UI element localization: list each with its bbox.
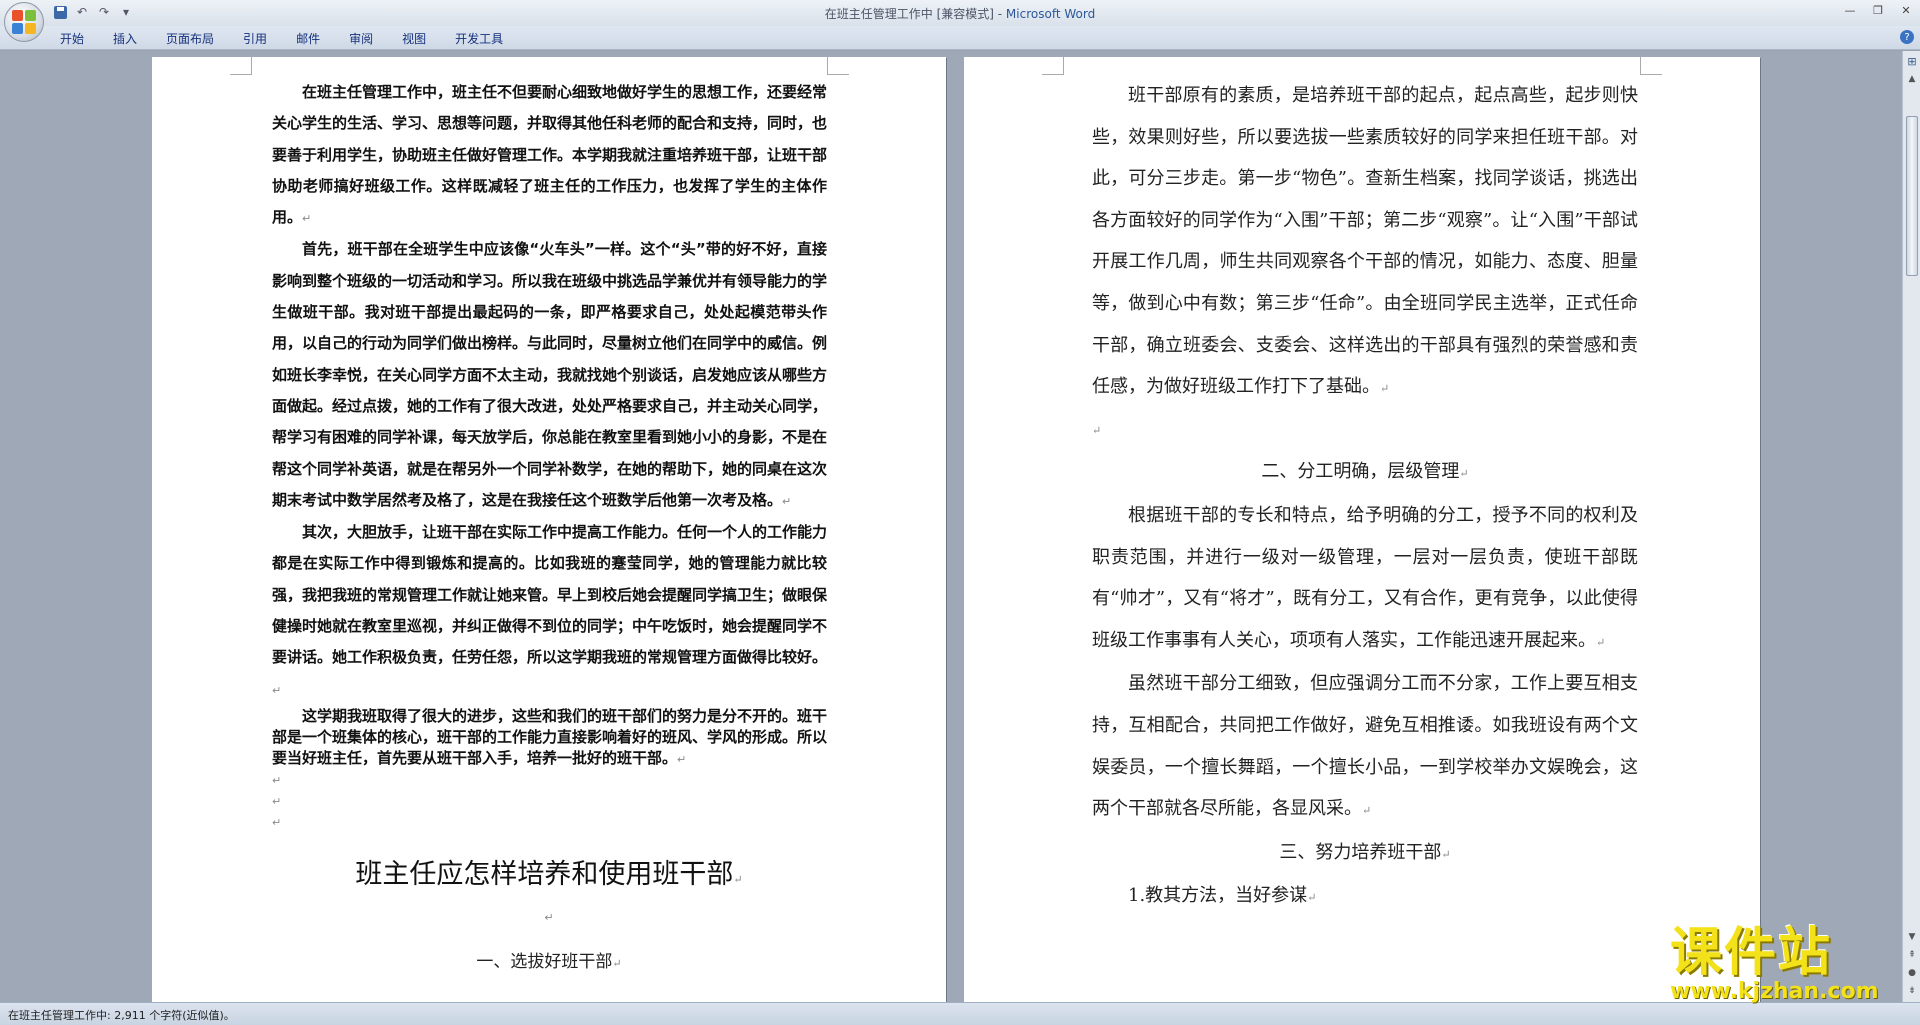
paragraph-mark: ↵ xyxy=(1307,891,1317,905)
paragraph: 这学期我班取得了很大的进步，这些和我们的班干部们的努力是分不开的。班干部是一个班… xyxy=(272,706,828,767)
empty-paragraph-mark: ↵ xyxy=(1092,423,1102,437)
document-page-1[interactable]: 在班主任管理工作中，班主任不但要耐心细致地做好学生的思想工作，还要经常关心学生的… xyxy=(152,57,946,1002)
paragraph-mark: ↵ xyxy=(302,212,312,226)
paragraph: 首先，班干部在全班学生中应该像“火车头”一样。这个“头”带的好不好，直接影响到整… xyxy=(272,240,828,509)
select-browse-object-icon[interactable]: ● xyxy=(1904,965,1920,981)
scroll-up-icon[interactable]: ▲ xyxy=(1904,71,1920,87)
section-heading-2: 二、分工明确，层级管理 xyxy=(1261,461,1460,483)
office-button[interactable] xyxy=(4,2,44,42)
scroll-thumb[interactable] xyxy=(1906,116,1918,276)
close-button[interactable]: ✕ xyxy=(1892,0,1920,20)
tab-view[interactable]: 视图 xyxy=(402,30,426,47)
paragraph-mark: ↵ xyxy=(1380,382,1390,396)
paragraph-mark: ↵ xyxy=(612,957,622,970)
crop-mark xyxy=(230,57,252,75)
paragraph-mark: ↵ xyxy=(733,873,743,886)
paragraph-mark: ↵ xyxy=(1459,467,1469,481)
page1-body[interactable]: 在班主任管理工作中，班主任不但要耐心细致地做好学生的思想工作，还要经常关心学生的… xyxy=(272,77,827,833)
window-controls: — ❐ ✕ xyxy=(1836,0,1920,20)
document-area: 在班主任管理工作中，班主任不但要耐心细致地做好学生的思想工作，还要经常关心学生的… xyxy=(0,51,1902,1002)
scroll-down-icon[interactable]: ▼ xyxy=(1904,929,1920,945)
paragraph-mark: ↵ xyxy=(272,683,282,697)
list-item: 1.教其方法，当好参谋 xyxy=(1128,885,1308,907)
tab-references[interactable]: 引用 xyxy=(243,30,267,47)
watermark-logo-text: 课件站 xyxy=(1670,923,1833,983)
section-heading-text: 一、选拔好班干部 xyxy=(476,952,613,972)
document-title: 班主任应怎样培养和使用班干部↵ xyxy=(152,852,946,891)
next-page-icon[interactable]: ⇟ xyxy=(1904,983,1920,999)
restore-button[interactable]: ❐ xyxy=(1864,0,1892,20)
office-logo-icon xyxy=(12,10,36,34)
empty-paragraph-mark: ↵ xyxy=(272,773,282,787)
empty-paragraph-mark: ↵ xyxy=(272,794,282,808)
section-heading-3: 三、努力培养班干部 xyxy=(1279,841,1442,863)
paragraph: 在班主任管理工作中，班主任不但要耐心细致地做好学生的思想工作，还要经常关心学生的… xyxy=(272,83,828,227)
app-name: Microsoft Word xyxy=(1005,7,1096,21)
tab-developer[interactable]: 开发工具 xyxy=(455,30,503,47)
document-name: 在班主任管理工作中 [兼容模式] - xyxy=(824,7,1006,21)
paragraph-mark: ↵ xyxy=(1596,635,1606,649)
paragraph-mark: ↵ xyxy=(782,494,792,508)
tab-insert[interactable]: 插入 xyxy=(113,30,137,47)
tab-page-layout[interactable]: 页面布局 xyxy=(166,30,214,47)
paragraph-mark: ↵ xyxy=(677,752,687,766)
watermark: 课件站 www.kjzhan.com xyxy=(1670,923,1900,1004)
watermark-url: www.kjzhan.com xyxy=(1670,979,1879,1004)
paragraph-mark: ↵ xyxy=(1441,847,1451,861)
vertical-scrollbar[interactable]: ⊞ ▲ ▼ ⇞ ● ⇟ xyxy=(1902,51,1920,1002)
minimize-button[interactable]: — xyxy=(1836,0,1864,20)
paragraph-mark: ↵ xyxy=(1362,804,1372,818)
crop-mark xyxy=(1042,57,1064,75)
status-text: 在班主任管理工作中: 2,911 个字符(近似值)。 xyxy=(8,1009,235,1022)
ruler-toggle-icon[interactable]: ⊞ xyxy=(1904,53,1920,69)
window-title: 在班主任管理工作中 [兼容模式] - Microsoft Word xyxy=(0,5,1920,22)
paragraph: 其次，大胆放手，让班干部在实际工作中提高工作能力。任何一个人的工作能力都是在实际… xyxy=(272,523,828,667)
empty-paragraph-mark: ↵ xyxy=(272,815,282,829)
crop-mark xyxy=(1640,57,1662,75)
tab-review[interactable]: 审阅 xyxy=(349,30,373,47)
tab-home[interactable]: 开始 xyxy=(60,30,84,47)
previous-page-icon[interactable]: ⇞ xyxy=(1904,947,1920,963)
empty-paragraph-mark: ↵ xyxy=(544,911,554,924)
section-heading-1: 一、选拔好班干部↵ xyxy=(152,947,946,972)
paragraph: 班干部原有的素质，是培养班干部的起点，起点高些，起步则快些，效果则好些，所以要选… xyxy=(1092,85,1638,398)
document-title-text: 班主任应怎样培养和使用班干部 xyxy=(355,859,734,890)
help-icon[interactable]: ? xyxy=(1900,30,1914,44)
title-bar: ↶ ↷ ▾ 在班主任管理工作中 [兼容模式] - Microsoft Word … xyxy=(0,0,1920,26)
page2-body[interactable]: 班干部原有的素质，是培养班干部的起点，起点高些，起步则快些，效果则好些，所以要选… xyxy=(1092,75,1638,919)
ribbon-tabs: 开始 插入 页面布局 引用 邮件 审阅 视图 开发工具 xyxy=(60,30,532,47)
document-page-2[interactable]: 班干部原有的素质，是培养班干部的起点，起点高些，起步则快些，效果则好些，所以要选… xyxy=(964,57,1760,1002)
tab-mailings[interactable]: 邮件 xyxy=(296,30,320,47)
ribbon: 开始 插入 页面布局 引用 邮件 审阅 视图 开发工具 ? xyxy=(0,26,1920,50)
paragraph: 虽然班干部分工细致，但应强调分工而不分家，工作上要互相支持，互相配合，共同把工作… xyxy=(1092,673,1638,820)
crop-mark xyxy=(827,57,849,75)
status-bar: 在班主任管理工作中: 2,911 个字符(近似值)。 xyxy=(0,1002,1920,1025)
paragraph: 根据班干部的专长和特点，给予明确的分工，授予不同的权利及职责范围，并进行一级对一… xyxy=(1092,504,1638,651)
